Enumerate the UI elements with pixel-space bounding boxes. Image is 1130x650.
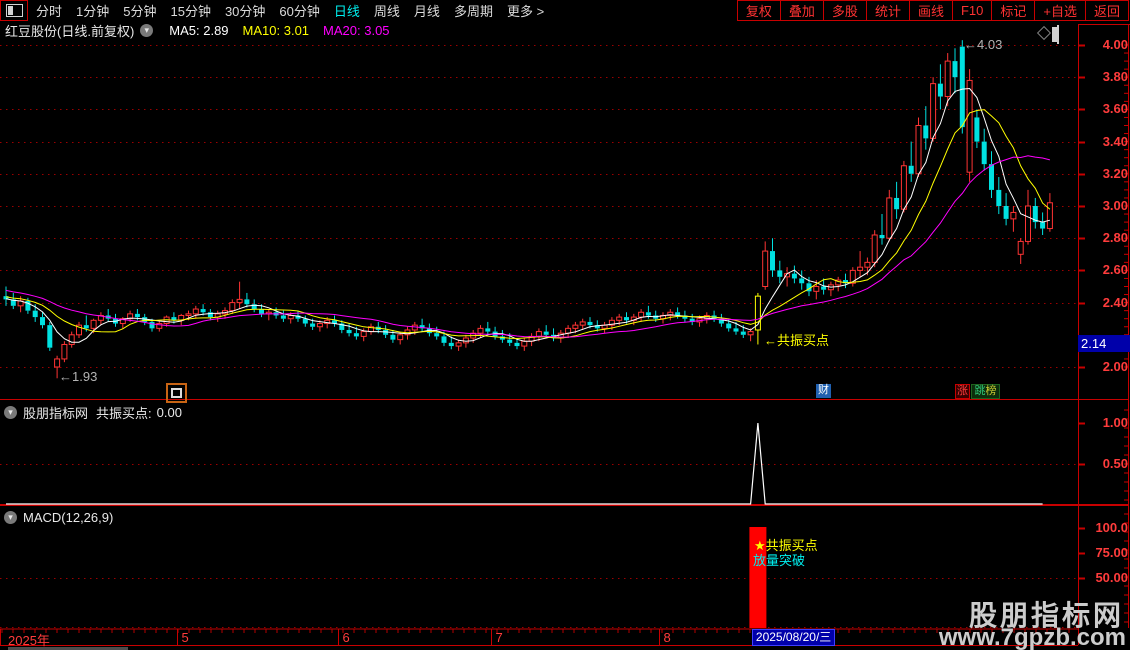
period-tab[interactable]: 1分钟 bbox=[76, 1, 109, 20]
watermark-url: www.7gpzb.com bbox=[938, 624, 1126, 650]
price-axis-label: 2.40 bbox=[1102, 294, 1128, 310]
tools-menu: 复权 叠加 多股 统计 画线 F10 标记 +自选 返回 bbox=[736, 0, 1129, 21]
macd-axis-label: 50.00 bbox=[1095, 569, 1128, 585]
ma20-line bbox=[5, 155, 1051, 338]
crosshair-date-marker: 2025/08/20/三 bbox=[751, 629, 836, 646]
chart-canvas[interactable] bbox=[0, 0, 1130, 650]
tool-button[interactable]: +自选 bbox=[1035, 0, 1086, 21]
layout-toggle-button[interactable] bbox=[0, 0, 28, 21]
price-axis-label: 2.80 bbox=[1102, 229, 1128, 245]
indicator-value: 0.00 bbox=[156, 405, 182, 420]
period-tab[interactable]: 分时 bbox=[36, 1, 62, 20]
chart-title-row: 红豆股份(日线.前复权) ▾ MA5: 2.89 MA10: 3.01 MA20… bbox=[5, 22, 390, 39]
pane-layout-icon[interactable] bbox=[1052, 25, 1059, 44]
buy-signal-annotation: ←共振买点 bbox=[764, 333, 830, 348]
tool-button[interactable]: 返回 bbox=[1085, 0, 1129, 21]
ma20-value: MA20: 3.05 bbox=[323, 23, 390, 38]
price-axis-label: 4.00 bbox=[1102, 36, 1128, 52]
ma10-line bbox=[5, 109, 1051, 340]
panel-collapse-icon[interactable]: ▾ bbox=[4, 406, 17, 419]
macd-axis-label: 100.0 bbox=[1095, 519, 1128, 535]
period-tab[interactable]: 更多 > bbox=[507, 1, 544, 20]
tool-button[interactable]: 复权 bbox=[736, 0, 781, 21]
tool-button[interactable]: 统计 bbox=[866, 0, 910, 21]
buy-signal-spike-line bbox=[6, 422, 1043, 505]
tool-button[interactable]: 画线 bbox=[909, 0, 953, 21]
ma5-line bbox=[5, 87, 1051, 343]
stock-title: 红豆股份(日线.前复权) bbox=[5, 24, 135, 39]
tool-button[interactable]: F10 bbox=[952, 0, 993, 21]
price-axis-label: 3.20 bbox=[1102, 165, 1128, 181]
price-axis-label: 3.40 bbox=[1102, 133, 1128, 149]
period-tab[interactable]: 60分钟 bbox=[279, 1, 319, 20]
period-tab[interactable]: 周线 bbox=[374, 1, 400, 20]
period-tab[interactable]: 30分钟 bbox=[225, 1, 265, 20]
announcement-marker-icon[interactable] bbox=[166, 383, 187, 403]
crosshair-price-marker: 2.14 bbox=[1078, 335, 1130, 352]
panel-collapse-icon[interactable]: ▾ bbox=[4, 511, 17, 524]
indicator-panel-header: ▾ 股朋指标网 共振买点: 0.00 bbox=[4, 403, 182, 422]
price-axis-label: 2.00 bbox=[1102, 358, 1128, 374]
ma5-value: MA5: 2.89 bbox=[169, 23, 229, 38]
price-axis-label: 3.60 bbox=[1102, 100, 1128, 116]
indicator-source: 股朋指标网 bbox=[23, 406, 89, 421]
chevron-down-icon[interactable]: ▾ bbox=[140, 24, 154, 37]
top-menu-bar: 分时 1分钟 5分钟 15分钟 30分钟 60分钟 日线 周线 月线 多周期 更多 > 复权 叠加 多股… bbox=[0, 0, 1130, 21]
price-axis-label: 2.60 bbox=[1102, 261, 1128, 277]
macd-panel-header: ▾ MACD(12,26,9) bbox=[4, 510, 113, 525]
tool-button[interactable]: 标记 bbox=[992, 0, 1036, 21]
period-tab[interactable]: 15分钟 bbox=[170, 1, 210, 20]
tool-button[interactable]: 多股 bbox=[823, 0, 867, 21]
macd-signal-subtext: 放量突破 bbox=[753, 553, 806, 568]
macd-label: MACD(12,26,9) bbox=[23, 510, 114, 525]
period-tab[interactable]: 多周期 bbox=[454, 1, 493, 20]
tool-button[interactable]: 叠加 bbox=[780, 0, 824, 21]
x-axis-month-label: 6 bbox=[342, 630, 350, 645]
price-axis-label: 3.00 bbox=[1102, 197, 1128, 213]
indicator-axis-label: 1.00 bbox=[1102, 414, 1128, 430]
ma10-value: MA10: 3.01 bbox=[242, 23, 310, 38]
trading-app-window: 分时 1分钟 5分钟 15分钟 30分钟 60分钟 日线 周线 月线 多周期 更多 > 复权 叠加 多股… bbox=[0, 0, 1130, 650]
period-tab[interactable]: 日线 bbox=[334, 1, 360, 20]
x-axis-month-label: 8 bbox=[663, 630, 671, 645]
indicator-axis-label: 0.50 bbox=[1102, 455, 1128, 471]
period-tab[interactable]: 月线 bbox=[414, 1, 440, 20]
ranking-badge[interactable]: 跳榜 bbox=[971, 384, 1000, 399]
low-price-annotation: ←1.93 bbox=[59, 369, 98, 384]
period-menu: 分时 1分钟 5分钟 15分钟 30分钟 60分钟 日线 周线 月线 多周期 更多 > bbox=[36, 0, 544, 21]
sidebar-toggle-icon bbox=[5, 4, 23, 17]
period-tab[interactable]: 5分钟 bbox=[123, 1, 156, 20]
finance-report-badge[interactable]: 财 bbox=[816, 384, 831, 398]
x-axis-month-label: 5 bbox=[181, 630, 189, 645]
price-axis-label: 3.80 bbox=[1102, 68, 1128, 84]
x-axis-month-label: 7 bbox=[495, 630, 503, 645]
limit-up-badge[interactable]: 涨 bbox=[955, 384, 970, 399]
peak-price-annotation: ←4.03 bbox=[964, 37, 1003, 52]
macd-axis-label: 75.00 bbox=[1095, 544, 1128, 560]
indicator-name: 共振买点: bbox=[96, 406, 152, 421]
